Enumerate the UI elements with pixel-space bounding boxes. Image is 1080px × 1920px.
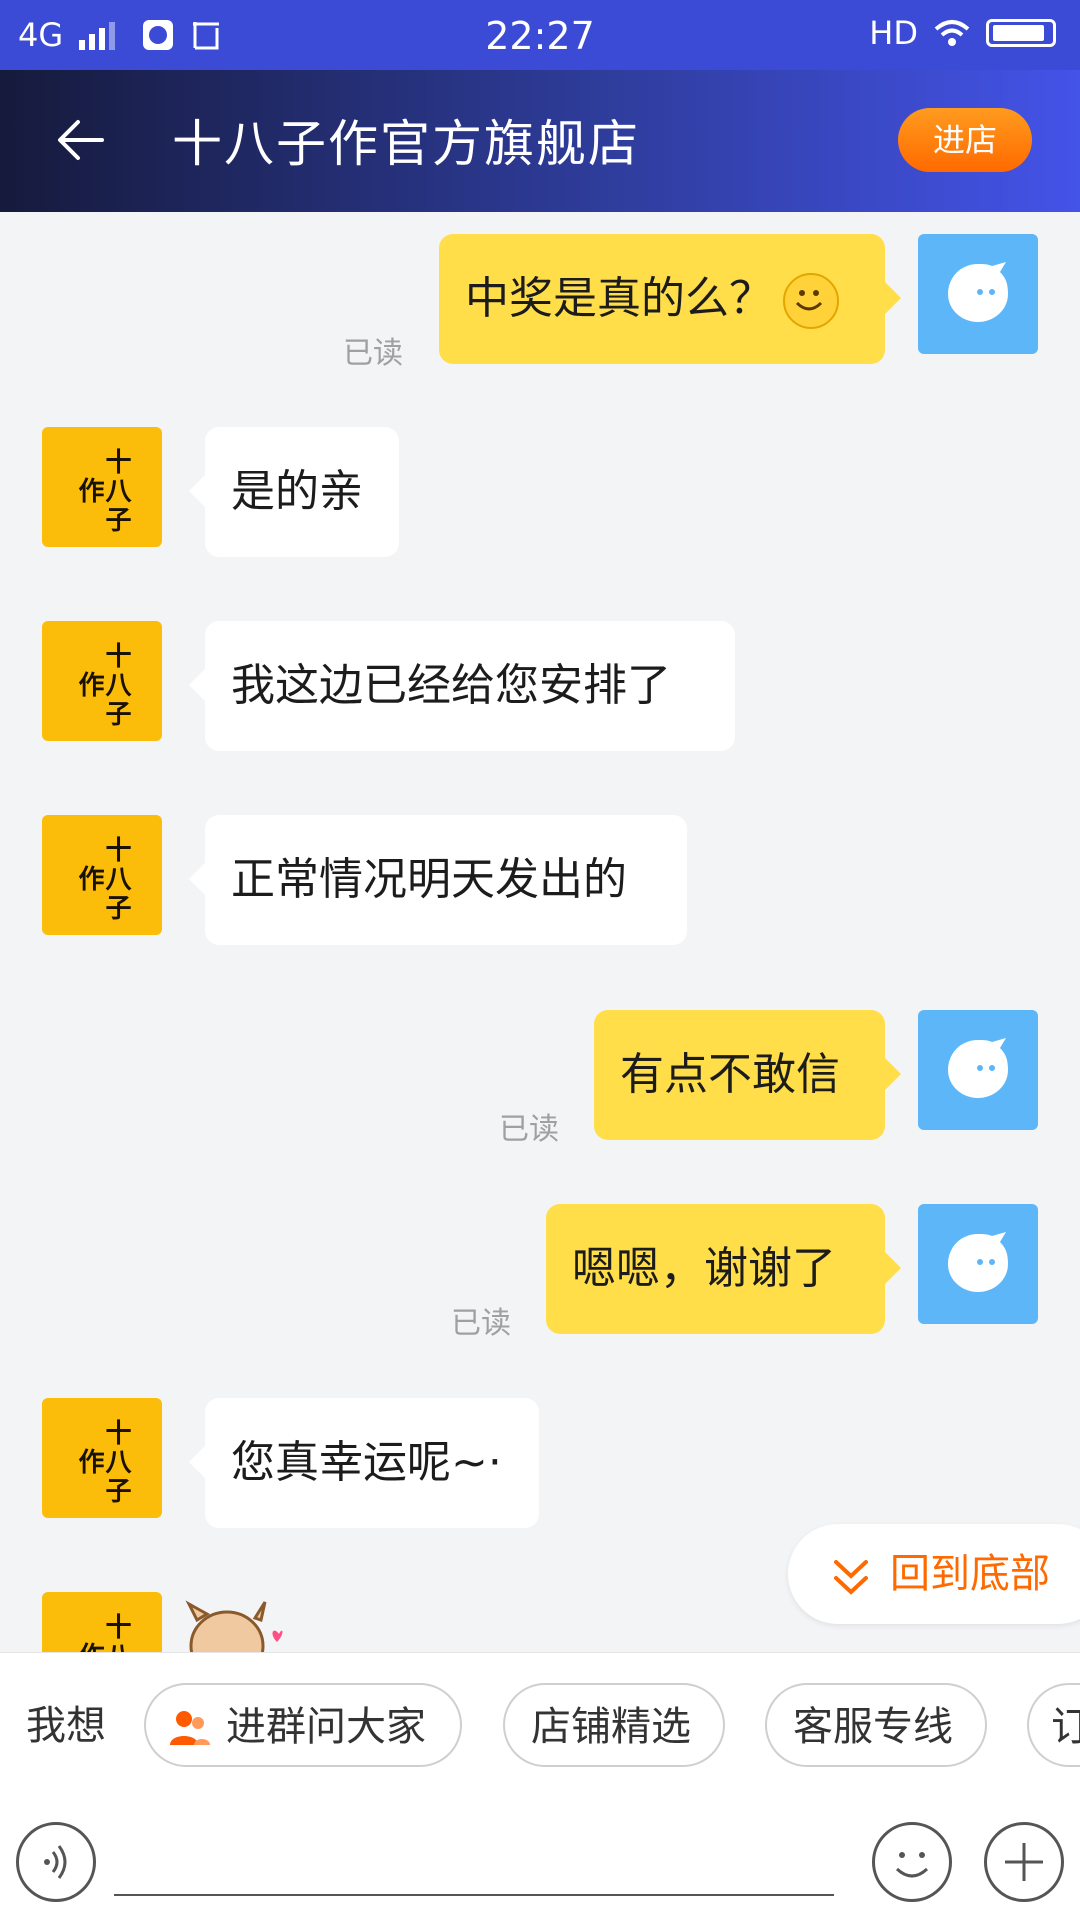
chip-label: 店铺精选 (531, 1704, 691, 1750)
my-avatar[interactable] (918, 234, 1038, 354)
cow-sticker-icon[interactable] (185, 1598, 295, 1652)
read-status: 已读 (451, 1306, 511, 1341)
user-avatar-icon (948, 1038, 1008, 1098)
enter-shop-button[interactable]: 进店 (898, 108, 1032, 172)
back-to-bottom-label: 回到底部 (890, 1551, 1050, 1597)
message-text: 正常情况明天发出的 (231, 854, 627, 905)
shop-logo-text: 十八子作 (74, 447, 131, 535)
shop-logo-text: 十八子作 (74, 641, 131, 729)
message-text: 中奖是真的么？ (465, 273, 773, 324)
shop-title: 十八子作官方旗舰店 (172, 115, 640, 173)
chat-header: 十八子作官方旗舰店 进店 (0, 70, 1080, 212)
group-people-icon (170, 1711, 210, 1745)
quick-actions-bar: 我想 进群问大家 店铺精选 客服专线 订 (0, 1652, 1080, 1803)
plus-icon (1005, 1843, 1043, 1881)
my-avatar[interactable] (918, 1010, 1038, 1130)
chip-label: 进群问大家 (226, 1704, 426, 1750)
read-status: 已读 (499, 1112, 559, 1147)
chip-label: 订 (1051, 1704, 1080, 1750)
shop-picks-chip[interactable]: 店铺精选 (503, 1683, 725, 1767)
voice-icon (44, 1845, 67, 1879)
message-text: 有点不敢信 (620, 1049, 840, 1100)
message-bubble-sent[interactable]: 有点不敢信 (594, 1010, 901, 1140)
wifi-icon (934, 20, 970, 46)
message-bubble-sent[interactable]: 中奖是真的么？ (439, 234, 901, 364)
user-avatar-icon (948, 262, 1008, 322)
message-text: 您真幸运呢~· (231, 1437, 502, 1488)
battery-icon (986, 19, 1056, 47)
double-chevron-down-icon (834, 1560, 868, 1595)
shop-avatar[interactable]: 十八子作 (42, 621, 162, 741)
emoji-button[interactable] (872, 1822, 952, 1902)
message-input[interactable] (114, 1894, 834, 1896)
hd-label: HD (869, 14, 918, 52)
message-bubble-received[interactable]: 您真幸运呢~· (189, 1398, 539, 1528)
quick-actions-label: 我想 (26, 1703, 106, 1749)
shop-avatar[interactable]: 十八子作 (42, 427, 162, 547)
shop-avatar[interactable]: 十八子作 (42, 1592, 162, 1652)
add-more-button[interactable] (984, 1822, 1064, 1902)
my-avatar[interactable] (918, 1204, 1038, 1324)
customer-service-chip[interactable]: 客服专线 (765, 1683, 987, 1767)
shop-avatar[interactable]: 十八子作 (42, 815, 162, 935)
shop-logo-text: 十八子作 (74, 835, 131, 923)
message-text: 是的亲 (231, 466, 363, 517)
shop-logo-text: 十八子作 (74, 1600, 131, 1653)
message-bubble-received[interactable]: 正常情况明天发出的 (189, 815, 687, 945)
status-bar: 4G 22:27 HD (0, 0, 1080, 70)
join-group-chip[interactable]: 进群问大家 (144, 1683, 462, 1767)
shop-avatar[interactable]: 十八子作 (42, 1398, 162, 1518)
message-bubble-received[interactable]: 是的亲 (189, 427, 399, 557)
user-avatar-icon (948, 1232, 1008, 1292)
back-to-bottom-button[interactable]: 回到底部 (788, 1524, 1080, 1624)
message-bubble-sent[interactable]: 嗯嗯，谢谢了 (546, 1204, 901, 1334)
chip-label: 客服专线 (793, 1704, 953, 1750)
emoji-icon (895, 1852, 929, 1878)
input-bar (0, 1802, 1080, 1920)
back-arrow-icon[interactable] (52, 110, 112, 170)
voice-button[interactable] (16, 1822, 96, 1902)
status-right: HD (869, 14, 1056, 52)
chat-list[interactable]: 已读 中奖是真的么？ 十八子作 是的亲 十八子作 我这边已经给您安排了 十八子作… (0, 212, 1080, 1652)
message-text: 嗯嗯，谢谢了 (572, 1243, 836, 1294)
smiley-emoji-icon (783, 273, 839, 329)
order-chip-partial[interactable]: 订 (1027, 1683, 1080, 1767)
message-text: 我这边已经给您安排了 (231, 660, 671, 711)
shop-logo-text: 十八子作 (74, 1418, 131, 1506)
read-status: 已读 (343, 336, 403, 371)
message-bubble-received[interactable]: 我这边已经给您安排了 (189, 621, 735, 751)
